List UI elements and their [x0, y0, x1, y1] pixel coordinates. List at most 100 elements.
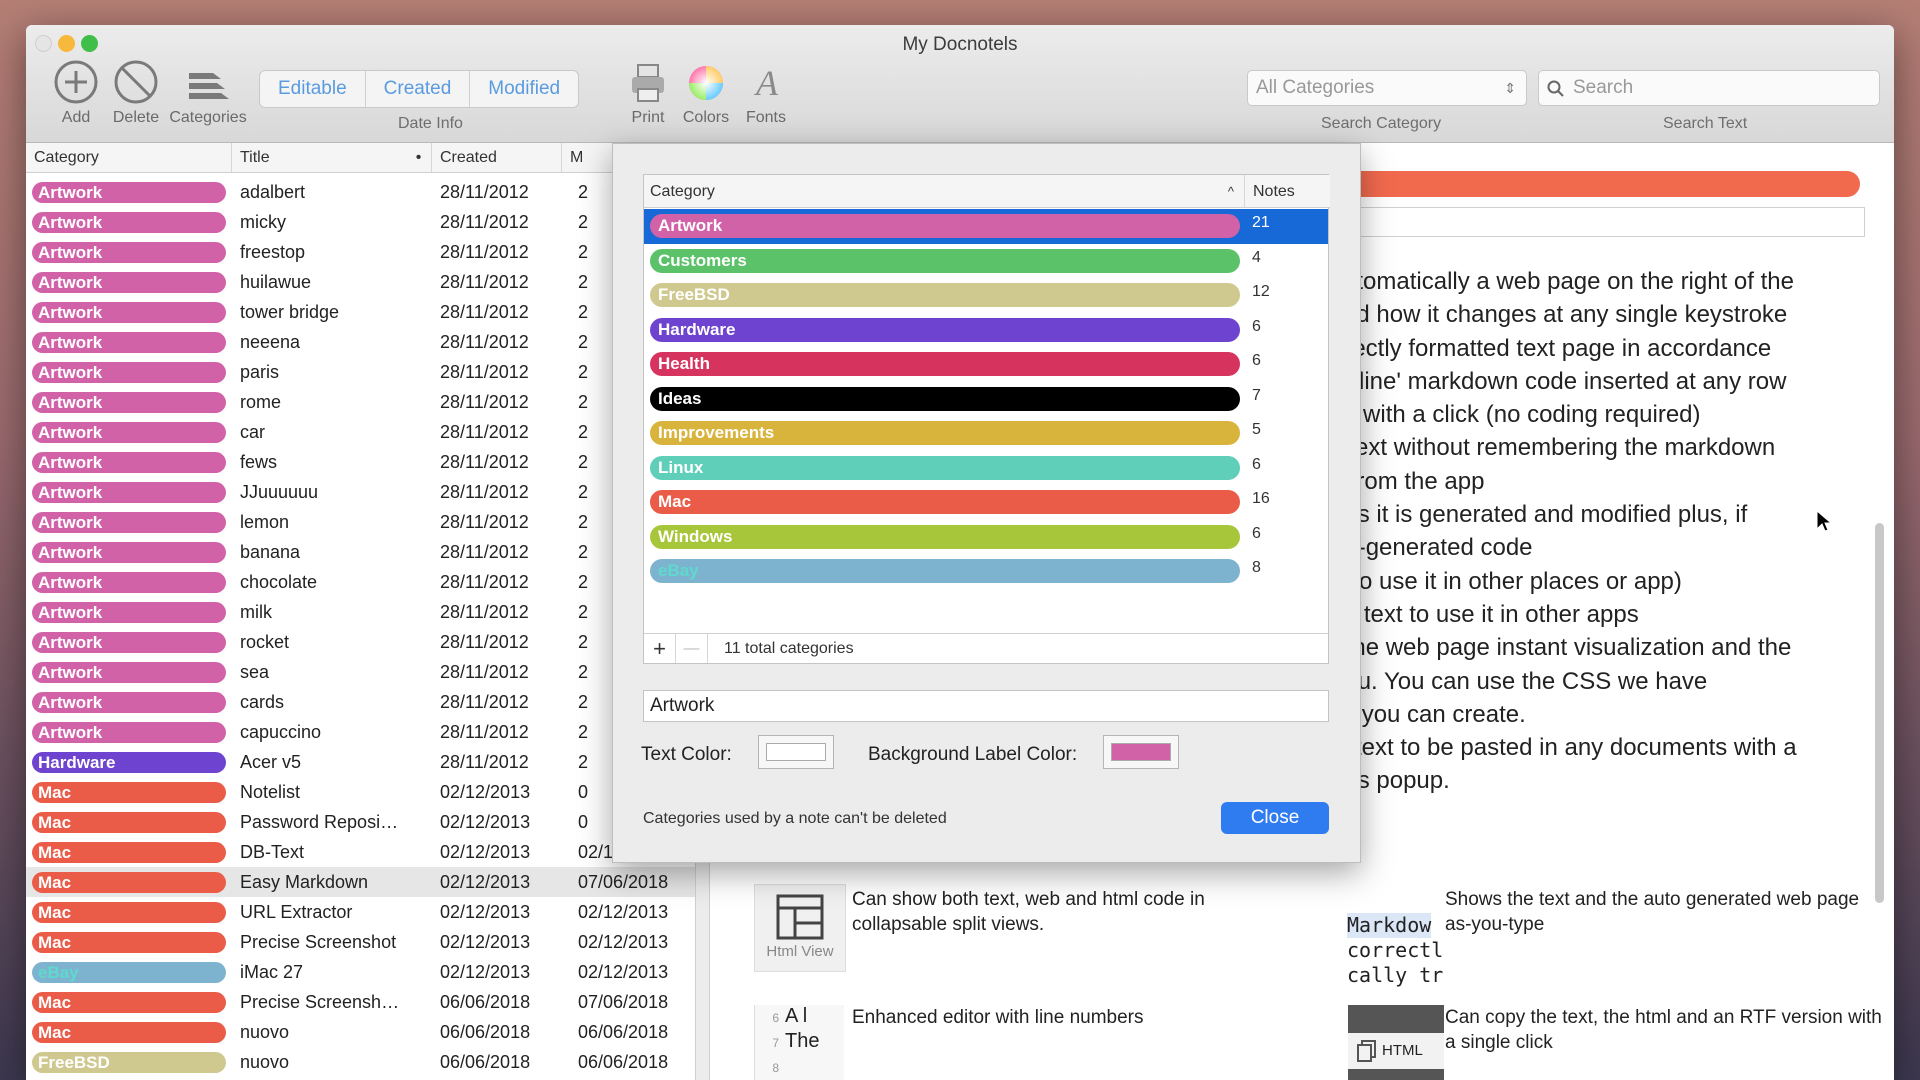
preview-code-line: cally tr: [1347, 963, 1444, 987]
note-title: tower bridge: [240, 302, 340, 322]
category-badge: Mac: [32, 812, 226, 833]
table-row[interactable]: MacDB-Text02/12/201302/12/2013: [26, 837, 695, 867]
category-note-count: 16: [1252, 490, 1270, 507]
column-header-category-name[interactable]: Category ^: [644, 175, 1244, 208]
table-row[interactable]: Artwork huilawue 28/11/2012 2: [26, 267, 695, 297]
table-row[interactable]: Artwork JJuuuuuu 28/11/2012 2: [26, 477, 695, 507]
category-badge: Artwork: [32, 422, 226, 443]
table-row[interactable]: Artwork lemon 28/11/2012 2: [26, 507, 695, 537]
note-created: 02/12/2013: [440, 902, 531, 922]
table-row[interactable]: Mac nuovo 06/06/2018 06/06/2018: [26, 1017, 695, 1047]
note-created: 28/11/2012: [440, 302, 529, 322]
remove-category-button[interactable]: —: [676, 634, 708, 663]
category-badge: Artwork: [32, 362, 226, 383]
category-row[interactable]: FreeBSD 12: [644, 278, 1328, 313]
table-row[interactable]: Mac Precise Screensh… 06/06/2018 07/06/2018: [26, 987, 695, 1017]
category-row[interactable]: Improvements 5: [644, 416, 1328, 451]
category-row[interactable]: Hardware 6: [644, 313, 1328, 348]
table-row[interactable]: Mac Precise Screenshot 02/12/2013 02/12/201…: [26, 927, 695, 957]
category-row[interactable]: Customers 4: [644, 244, 1328, 279]
table-row[interactable]: Artwork rocket 28/11/2012 2: [26, 627, 695, 657]
category-badge: Artwork: [32, 242, 226, 263]
table-row[interactable]: Artwork sea 28/11/2012 2: [26, 657, 695, 687]
note-created: 02/12/2013: [440, 872, 531, 892]
fonts-button[interactable]: A Fonts: [731, 59, 801, 127]
category-badge: Artwork: [32, 662, 226, 683]
category-row[interactable]: eBay 8: [644, 554, 1328, 589]
copy-description: Can copy the text, the html and an RTF v…: [1445, 1007, 1882, 1053]
table-row[interactable]: Artwork banana 28/11/2012 2: [26, 537, 695, 567]
note-title: freestop: [240, 242, 306, 262]
table-row[interactable]: FreeBSD nuovo 06/06/2018 06/06/2018: [26, 1047, 695, 1077]
table-row[interactable]: Artwork milk 28/11/2012 2: [26, 597, 695, 627]
content-scrollbar[interactable]: [1875, 523, 1884, 903]
categories-label: Categories: [169, 109, 247, 126]
category-badge: Artwork: [32, 512, 226, 533]
column-header-category[interactable]: Category: [26, 143, 231, 173]
close-button[interactable]: Close: [1221, 802, 1329, 834]
category-row[interactable]: Artwork 21: [644, 209, 1328, 244]
window-title: My Docnotels: [902, 34, 1018, 55]
table-row[interactable]: Artwork neeena 28/11/2012 2: [26, 327, 695, 357]
table-row[interactable]: Artwork fews 28/11/2012 2: [26, 447, 695, 477]
table-row[interactable]: Artwork cards 28/11/2012 2: [26, 687, 695, 717]
table-row[interactable]: Artwork capuccino 28/11/2012 2: [26, 717, 695, 747]
markdown-line: ge it with a click (no coding required): [1311, 401, 1701, 429]
category-name-field[interactable]: Artwork: [643, 690, 1329, 722]
copy-html-tile: HTML: [1348, 1005, 1444, 1080]
html-view-description: Can show both text, web and html code in…: [852, 889, 1205, 935]
segment-created[interactable]: Created: [366, 71, 471, 107]
background-color-label: Background Label Color:: [868, 744, 1078, 765]
print-icon: [632, 64, 664, 102]
category-badge: Artwork: [32, 212, 226, 233]
category-row[interactable]: Health 6: [644, 347, 1328, 382]
note-created: 06/06/2018: [440, 992, 531, 1012]
line-numbers-editor-sample: 6A l7The89The: [754, 1005, 844, 1080]
line-number: 6: [772, 1011, 779, 1025]
text-color-well[interactable]: [758, 735, 834, 769]
column-header-created[interactable]: Created: [431, 143, 561, 173]
table-row[interactable]: Mac Password Reposi… 02/12/2013 0: [26, 807, 695, 837]
column-header-flag[interactable]: •: [406, 143, 431, 173]
note-title: milk: [240, 602, 272, 622]
table-row[interactable]: Artwork car 28/11/2012 2: [26, 417, 695, 447]
column-header-notes[interactable]: Notes: [1244, 175, 1330, 208]
category-row[interactable]: Ideas 7: [644, 382, 1328, 417]
note-created: 28/11/2012: [440, 212, 529, 232]
table-row[interactable]: Artwork rome 28/11/2012 2: [26, 387, 695, 417]
category-select[interactable]: All Categories ⇕: [1247, 70, 1527, 106]
table-row[interactable]: Artwork tower bridge 28/11/2012 2: [26, 297, 695, 327]
table-row[interactable]: Artwork freestop 28/11/2012 2: [26, 237, 695, 267]
search-input[interactable]: Search: [1538, 70, 1880, 106]
category-label: Health: [650, 352, 1240, 376]
markdown-line: de (to use it in other places or app): [1311, 567, 1682, 595]
markdown-text[interactable]: s automatically a web page on the right …: [1311, 265, 1871, 798]
add-icon: [54, 60, 98, 104]
add-category-button[interactable]: +: [644, 634, 676, 663]
search-category-caption: Search Category: [1321, 115, 1442, 132]
category-row[interactable]: Linux 6: [644, 451, 1328, 486]
category-badge: Mac: [32, 872, 226, 893]
table-row[interactable]: eBay iMac 27 02/12/2013 02/12/2013: [26, 957, 695, 987]
table-row[interactable]: Mac Easy Markdown 02/12/2013 07/06/2018: [26, 867, 695, 897]
segment-editable[interactable]: Editable: [260, 71, 366, 107]
table-row[interactable]: Mac Notelist 02/12/2013 0: [26, 777, 695, 807]
mouse-cursor-icon: [1816, 510, 1832, 532]
note-title: fews: [240, 452, 278, 472]
segment-modified[interactable]: Modified: [470, 71, 578, 107]
table-row[interactable]: Artwork paris 28/11/2012 2: [26, 357, 695, 387]
category-row[interactable]: Windows 6: [644, 520, 1328, 555]
table-row[interactable]: Mac URL Extractor 02/12/2013 02/12/2013: [26, 897, 695, 927]
background-color-well[interactable]: [1103, 735, 1179, 769]
category-row[interactable]: Mac 16: [644, 485, 1328, 520]
table-row[interactable]: Artwork adalbert 28/11/2012 2: [26, 177, 695, 207]
note-created: 28/11/2012: [440, 692, 529, 712]
note-modified: 02/12/2013: [578, 962, 669, 982]
table-row[interactable]: Hardware Acer v5 28/11/2012 2: [26, 747, 695, 777]
categories-button[interactable]: Categories: [163, 59, 253, 127]
table-row[interactable]: Artwork micky 28/11/2012 2: [26, 207, 695, 237]
note-title-field[interactable]: [1310, 207, 1865, 237]
categories-icon: [189, 73, 229, 99]
column-header-title[interactable]: Title: [231, 143, 431, 173]
table-row[interactable]: Artwork chocolate 28/11/2012 2: [26, 567, 695, 597]
